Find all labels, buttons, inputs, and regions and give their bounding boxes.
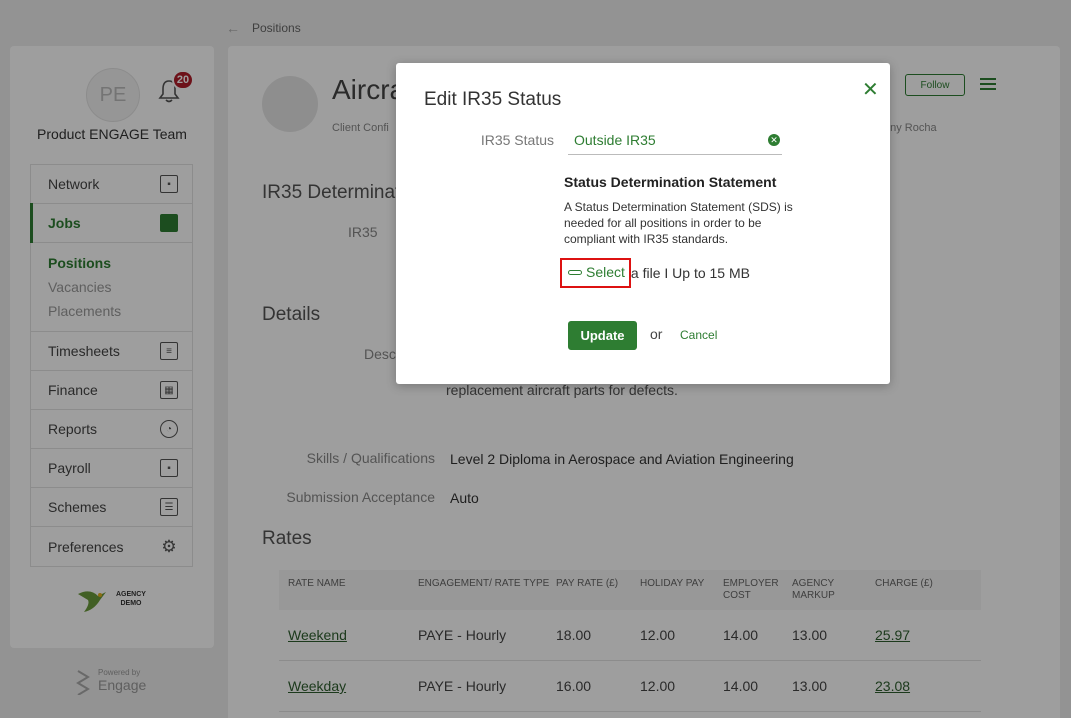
dialog-title: Edit IR35 Status xyxy=(424,89,562,110)
or-text: or xyxy=(650,326,663,342)
select-file-label: Select xyxy=(586,264,625,280)
file-select-row: Select a file I Up to 15 MB xyxy=(560,258,750,288)
ir35-status-select[interactable]: Outside IR35 ✕ xyxy=(568,127,782,155)
ir35-status-value: Outside IR35 xyxy=(574,132,656,148)
cancel-button[interactable]: Cancel xyxy=(680,328,717,342)
clear-icon[interactable]: ✕ xyxy=(768,134,780,146)
paperclip-icon xyxy=(568,269,582,275)
ir35-status-label: IR35 Status xyxy=(480,132,554,148)
select-file-link[interactable]: Select xyxy=(560,258,631,288)
update-button[interactable]: Update xyxy=(568,321,637,350)
file-limit-text: a file I Up to 15 MB xyxy=(630,265,750,281)
close-icon[interactable]: ✕ xyxy=(862,77,879,102)
sds-title: Status Determination Statement xyxy=(564,174,777,190)
edit-ir35-dialog: Edit IR35 Status ✕ IR35 Status Outside I… xyxy=(396,63,890,384)
sds-description: A Status Determination Statement (SDS) i… xyxy=(564,200,793,246)
